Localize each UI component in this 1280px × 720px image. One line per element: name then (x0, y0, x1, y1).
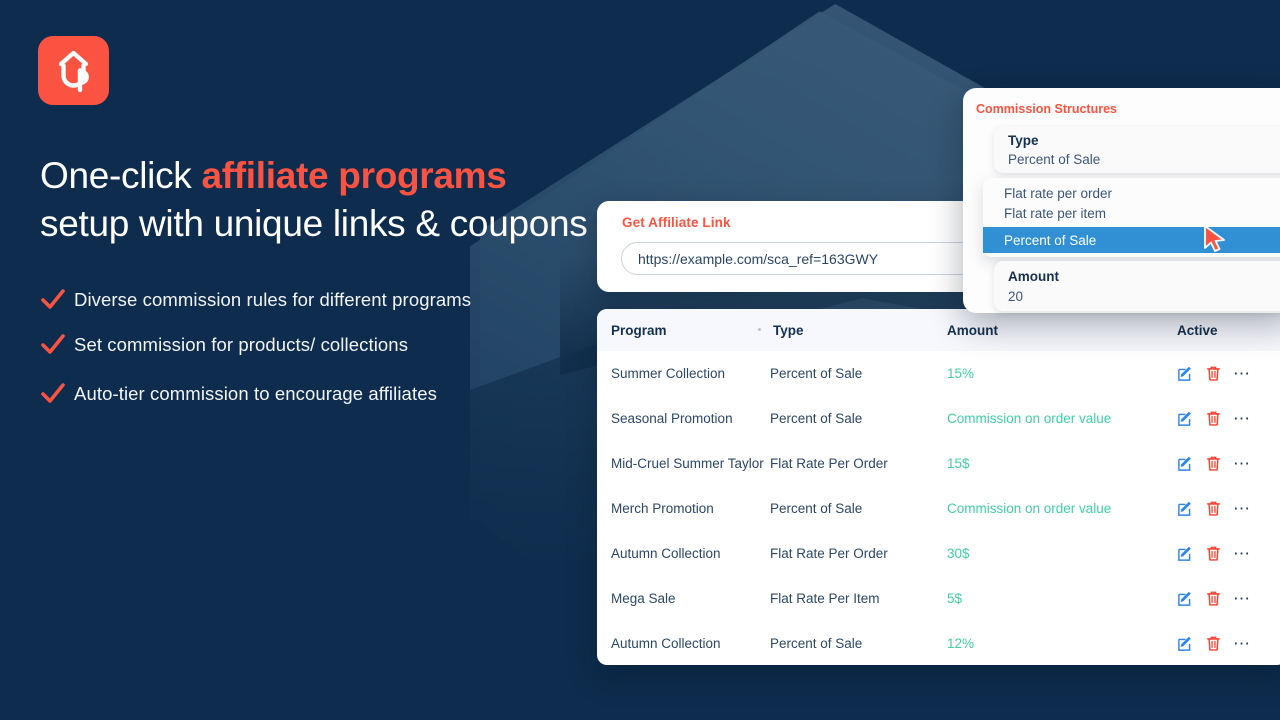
edit-pencil-icon[interactable] (1177, 545, 1194, 562)
table-header-row: Program Type Amount Active (597, 309, 1280, 351)
edit-pencil-icon[interactable] (1177, 455, 1194, 472)
cell-actions: ⋯ (1177, 410, 1280, 427)
promo-banner: One-click affiliate programs setup with … (0, 0, 1280, 720)
more-horizontal-icon[interactable]: ⋯ (1233, 365, 1252, 382)
list-item: Auto-tier commission to encourage affili… (40, 371, 437, 416)
amount-field-label: Amount (1008, 269, 1059, 284)
trash-icon[interactable] (1205, 365, 1222, 382)
headline-line-1: One-click affiliate programs (40, 152, 620, 200)
cell-actions: ⋯ (1177, 500, 1280, 517)
mouse-pointer-icon (1204, 225, 1225, 252)
cell-type: Percent of Sale (770, 411, 863, 426)
cell-type: Flat Rate Per Order (770, 456, 888, 471)
more-horizontal-icon[interactable]: ⋯ (1233, 500, 1252, 517)
type-field-value: Percent of Sale (1008, 152, 1101, 167)
cell-program: Seasonal Promotion (611, 411, 733, 426)
type-field[interactable]: Type Percent of Sale (994, 127, 1280, 173)
more-horizontal-icon[interactable]: ⋯ (1233, 410, 1252, 427)
trash-icon[interactable] (1205, 410, 1222, 427)
background-bottom-fill (0, 660, 1280, 720)
affiliate-link-title: Get Affiliate Link (622, 215, 731, 230)
page-title: One-click affiliate programs setup with … (40, 152, 620, 248)
up-arrow-logo-icon (58, 50, 89, 92)
affiliate-link-value: https://example.com/sca_ref=163GWY (638, 250, 879, 267)
commission-structures-panel: Commission Structures Type Percent of Sa… (963, 88, 1280, 313)
cell-program: Autumn Collection (611, 546, 721, 561)
cell-program: Mid-Cruel Summer Taylor (611, 456, 764, 471)
list-item-label: Diverse commission rules for different p… (74, 288, 472, 310)
table-row: Summer Collection Percent of Sale 15% ⋯ (597, 351, 1280, 396)
cell-type: Percent of Sale (770, 366, 863, 381)
table-row: Mega Sale Flat Rate Per Item 5$ ⋯ (597, 576, 1280, 621)
column-header-type-label: Type (773, 322, 804, 338)
cell-program: Summer Collection (611, 366, 726, 381)
commission-table-card: Program Type Amount Active Summer Collec… (597, 309, 1280, 665)
trash-icon[interactable] (1205, 500, 1222, 517)
table-row: Autumn Collection Percent of Sale 12% ⋯ (597, 621, 1280, 665)
amount-field-value: 20 (1008, 289, 1024, 304)
dropdown-option-flat-rate-per-order[interactable]: Flat rate per order (983, 183, 1280, 203)
column-header-program: Program (611, 322, 667, 338)
cell-type: Percent of Sale (770, 501, 863, 516)
table-body: Summer Collection Percent of Sale 15% ⋯ Seas… (597, 351, 1280, 665)
cell-program: Autumn Collection (611, 636, 721, 651)
dropdown-option-flat-rate-per-item[interactable]: Flat rate per item (983, 203, 1280, 223)
table-row: Seasonal Promotion Percent of Sale Commiss… (597, 396, 1280, 441)
cell-amount: Commission on order value (947, 411, 1112, 426)
edit-pencil-icon[interactable] (1177, 365, 1194, 382)
list-item-label: Set commission for products/ collections (74, 333, 409, 355)
check-icon (41, 333, 65, 354)
cell-program: Merch Promotion (611, 501, 714, 516)
cell-amount: 30$ (947, 546, 970, 561)
cell-amount: 12% (947, 636, 975, 651)
check-icon (41, 382, 65, 403)
table-row: Autumn Collection Flat Rate Per Order 30$ ⋯ (597, 531, 1280, 576)
header-dot-icon (758, 327, 761, 331)
cell-amount: 15% (947, 366, 975, 381)
trash-icon[interactable] (1205, 590, 1222, 607)
edit-pencil-icon[interactable] (1177, 635, 1194, 652)
cell-program: Mega Sale (611, 591, 676, 606)
edit-pencil-icon[interactable] (1177, 500, 1194, 517)
list-item: Diverse commission rules for different p… (40, 277, 471, 322)
cell-amount: Commission on order value (947, 501, 1112, 516)
edit-pencil-icon[interactable] (1177, 590, 1194, 607)
panel-title: Commission Structures (976, 102, 1118, 116)
cell-amount: 5$ (947, 591, 963, 606)
column-header-amount: Amount (947, 322, 998, 338)
cell-actions: ⋯ (1177, 365, 1280, 382)
cell-actions: ⋯ (1177, 455, 1280, 472)
type-field-label: Type (1008, 133, 1039, 148)
cell-actions: ⋯ (1177, 635, 1280, 652)
amount-field[interactable]: Amount 20 % (994, 261, 1280, 311)
cell-actions: ⋯ (1177, 590, 1280, 607)
cell-actions: ⋯ (1177, 545, 1280, 562)
table-row: Mid-Cruel Summer Taylor Flat Rate Per Ord… (597, 441, 1280, 486)
more-horizontal-icon[interactable]: ⋯ (1233, 635, 1252, 652)
more-horizontal-icon[interactable]: ⋯ (1233, 545, 1252, 562)
app-logo (38, 36, 109, 105)
trash-icon[interactable] (1205, 545, 1222, 562)
dropdown-option-percent-of-sale[interactable]: Percent of Sale (983, 227, 1280, 253)
column-header-type: Type (758, 322, 947, 338)
headline-line-2: setup with unique links & coupons (40, 203, 588, 244)
more-horizontal-icon[interactable]: ⋯ (1233, 590, 1252, 607)
trash-icon[interactable] (1205, 635, 1222, 652)
edit-pencil-icon[interactable] (1177, 410, 1194, 427)
check-icon (41, 288, 65, 309)
type-dropdown-menu[interactable]: Flat rate per order Flat rate per item P… (983, 178, 1280, 257)
cell-type: Flat Rate Per Item (770, 591, 880, 606)
column-header-active: Active (1177, 322, 1218, 338)
trash-icon[interactable] (1205, 455, 1222, 472)
cell-type: Percent of Sale (770, 636, 863, 651)
cell-amount: 15$ (947, 456, 970, 471)
headline-plain: One-click (40, 155, 202, 196)
table-row: Merch Promotion Percent of Sale Commission… (597, 486, 1280, 531)
headline-accent: affiliate programs (201, 155, 507, 196)
list-item-label: Auto-tier commission to encourage affili… (74, 382, 437, 404)
more-horizontal-icon[interactable]: ⋯ (1233, 455, 1252, 472)
cell-type: Flat Rate Per Order (770, 546, 888, 561)
list-item: Set commission for products/ collections (40, 322, 408, 367)
